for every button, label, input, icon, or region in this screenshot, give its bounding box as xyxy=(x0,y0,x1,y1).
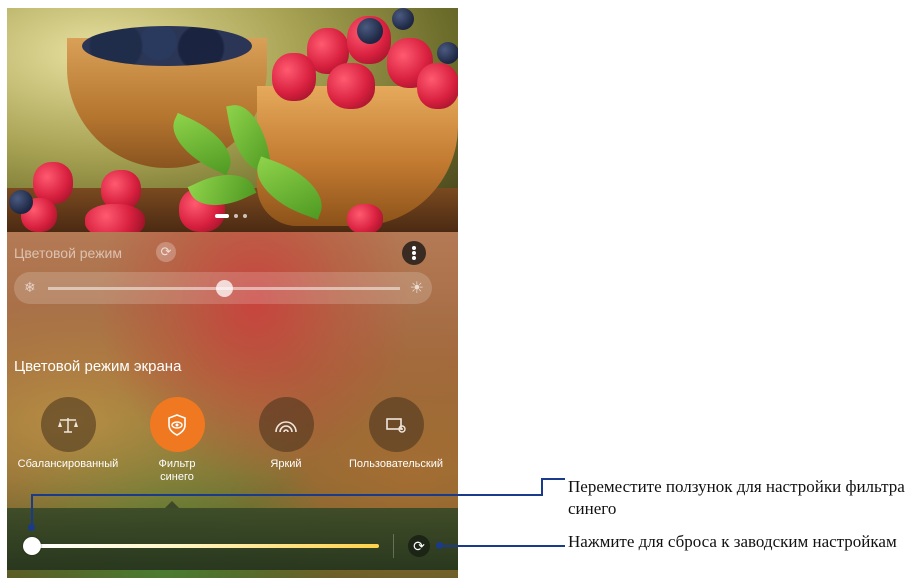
blueberry xyxy=(392,8,414,30)
balance-scale-icon[interactable] xyxy=(40,397,96,452)
page-dot-active xyxy=(215,214,229,218)
page-indicator xyxy=(215,214,247,218)
sun-icon: ☀ xyxy=(409,280,424,297)
more-options-icon[interactable] xyxy=(402,241,426,265)
raspberry xyxy=(417,63,458,109)
wallpaper-photo xyxy=(7,8,458,232)
raspberry xyxy=(327,63,375,109)
mode-label: Фильтр синего xyxy=(158,458,196,483)
callout-line xyxy=(440,545,565,547)
raspberry xyxy=(85,204,145,232)
page-dot xyxy=(234,214,238,218)
callout-line xyxy=(31,494,541,496)
mode-label: Пользовательский xyxy=(349,458,443,470)
custom-screen-icon[interactable] xyxy=(368,397,424,452)
mode-vivid[interactable]: Яркий xyxy=(231,397,341,471)
selection-pointer xyxy=(165,501,179,508)
color-temperature-slider[interactable]: ❄ ☀ xyxy=(14,272,432,304)
blueberry xyxy=(437,42,458,64)
blue-filter-slider-track[interactable] xyxy=(33,544,379,548)
mode-custom[interactable]: Пользовательский xyxy=(341,397,451,471)
blueberry xyxy=(9,190,33,214)
color-mode-label: Цветовой режим xyxy=(14,245,123,261)
mode-balanced[interactable]: Сбалансированный xyxy=(13,397,123,471)
snowflake-icon: ❄ xyxy=(24,279,36,295)
callout-line xyxy=(541,478,543,496)
mode-blue-filter[interactable]: Фильтр синего xyxy=(122,397,232,484)
raspberry xyxy=(272,53,316,101)
color-mode-reset-icon[interactable]: ⟳ xyxy=(156,242,176,262)
callout-line xyxy=(31,494,33,527)
blueberries xyxy=(82,26,252,66)
page-dot xyxy=(243,214,247,218)
blue-filter-bar: ⟳ xyxy=(7,508,458,570)
reset-icon[interactable]: ⟳ xyxy=(408,535,430,557)
screen-mode-title: Цветовой режим экрана xyxy=(14,358,182,375)
raspberry xyxy=(347,204,383,232)
divider xyxy=(393,534,394,558)
reset-callout-text: Нажмите для сброса к заводским настройка… xyxy=(568,532,897,551)
callout-line xyxy=(541,478,565,480)
blue-filter-slider-thumb[interactable] xyxy=(23,537,41,555)
temperature-thumb[interactable] xyxy=(216,280,233,297)
blueberry xyxy=(357,18,383,44)
rainbow-icon[interactable] xyxy=(258,397,314,452)
slider-callout-text: Переместите ползунок для настройки фильт… xyxy=(568,477,905,518)
mode-label: Яркий xyxy=(270,458,302,470)
eye-shield-icon[interactable] xyxy=(149,397,205,452)
mode-label: Сбалансированный xyxy=(17,458,119,470)
